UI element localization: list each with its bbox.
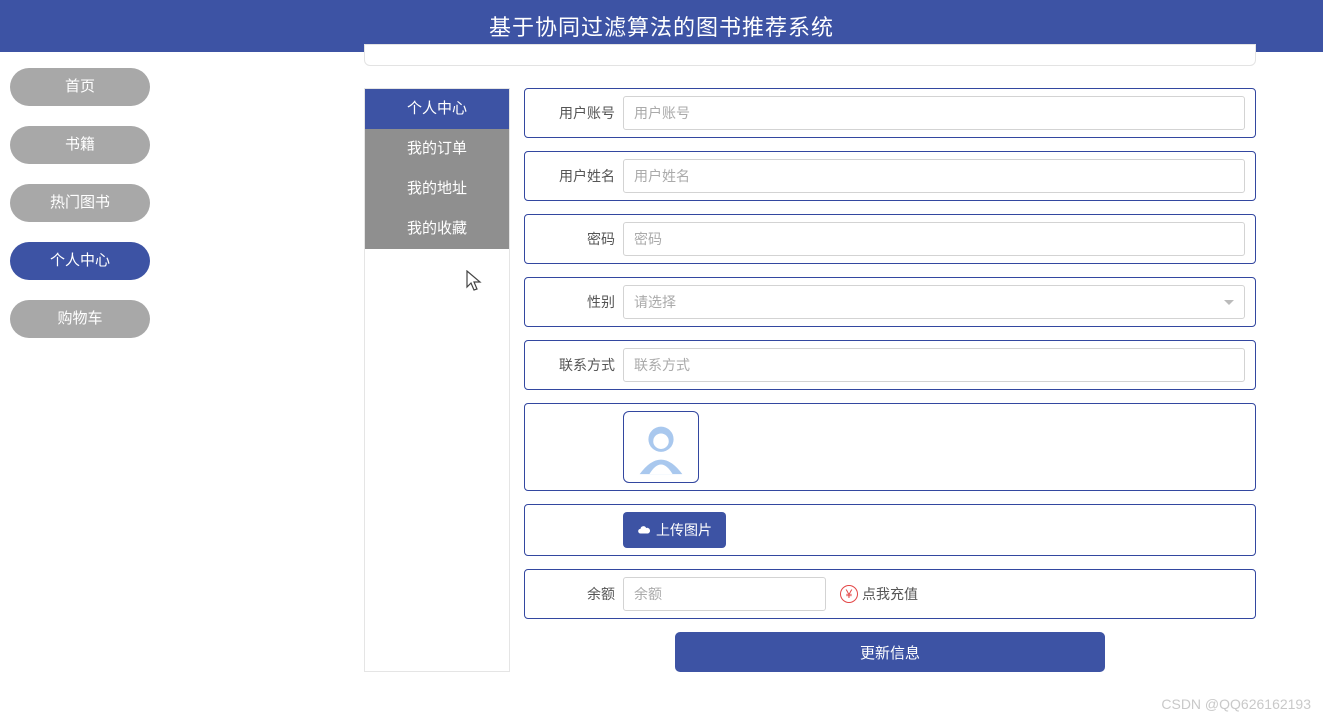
nav-books[interactable]: 书籍 [10,126,150,164]
nav-cart[interactable]: 购物车 [10,300,150,338]
submenu-address[interactable]: 我的地址 [365,169,509,209]
label-name: 用户姓名 [525,166,623,186]
breadcrumb-panel [364,44,1256,66]
submenu-profile[interactable]: 个人中心 [365,89,509,129]
row-password: 密码 [524,214,1256,264]
main-panel: 个人中心 我的订单 我的地址 我的收藏 用户账号 用户姓名 密码 性别 请选择 … [364,88,1256,672]
nav-home[interactable]: 首页 [10,68,150,106]
row-avatar [524,403,1256,491]
input-name[interactable] [623,159,1245,193]
nav-hot-books[interactable]: 热门图书 [10,184,150,222]
recharge-link[interactable]: ¥ 点我充值 [840,584,918,604]
left-nav: 首页 书籍 热门图书 个人中心 购物车 [10,68,160,358]
yen-icon: ¥ [840,585,858,603]
row-gender: 性别 请选择 [524,277,1256,327]
row-name: 用户姓名 [524,151,1256,201]
recharge-label: 点我充值 [862,584,918,604]
submit-button[interactable]: 更新信息 [675,632,1105,672]
select-gender-placeholder: 请选择 [634,292,676,312]
input-password[interactable] [623,222,1245,256]
label-contact: 联系方式 [525,355,623,375]
cloud-upload-icon [637,523,651,537]
label-balance: 余额 [525,584,623,604]
profile-submenu: 个人中心 我的订单 我的地址 我的收藏 [364,88,510,672]
profile-form: 用户账号 用户姓名 密码 性别 请选择 联系方式 [510,88,1256,672]
upload-button-label: 上传图片 [656,520,712,540]
upload-button[interactable]: 上传图片 [623,512,726,548]
input-account[interactable] [623,96,1245,130]
input-balance[interactable] [623,577,826,611]
submenu-favorites[interactable]: 我的收藏 [365,209,509,249]
avatar-preview[interactable] [623,411,699,483]
submenu-orders[interactable]: 我的订单 [365,129,509,169]
watermark: CSDN @QQ626162193 [1161,696,1311,712]
select-gender[interactable]: 请选择 [623,285,1245,319]
chevron-down-icon [1224,300,1234,305]
input-contact[interactable] [623,348,1245,382]
label-account: 用户账号 [525,103,623,123]
label-password: 密码 [525,229,623,249]
row-contact: 联系方式 [524,340,1256,390]
app-title: 基于协同过滤算法的图书推荐系统 [489,10,834,42]
nav-profile[interactable]: 个人中心 [10,242,150,280]
label-gender: 性别 [525,292,623,312]
row-balance: 余额 ¥ 点我充值 [524,569,1256,619]
row-upload: 上传图片 [524,504,1256,556]
row-account: 用户账号 [524,88,1256,138]
avatar-icon [630,416,692,478]
